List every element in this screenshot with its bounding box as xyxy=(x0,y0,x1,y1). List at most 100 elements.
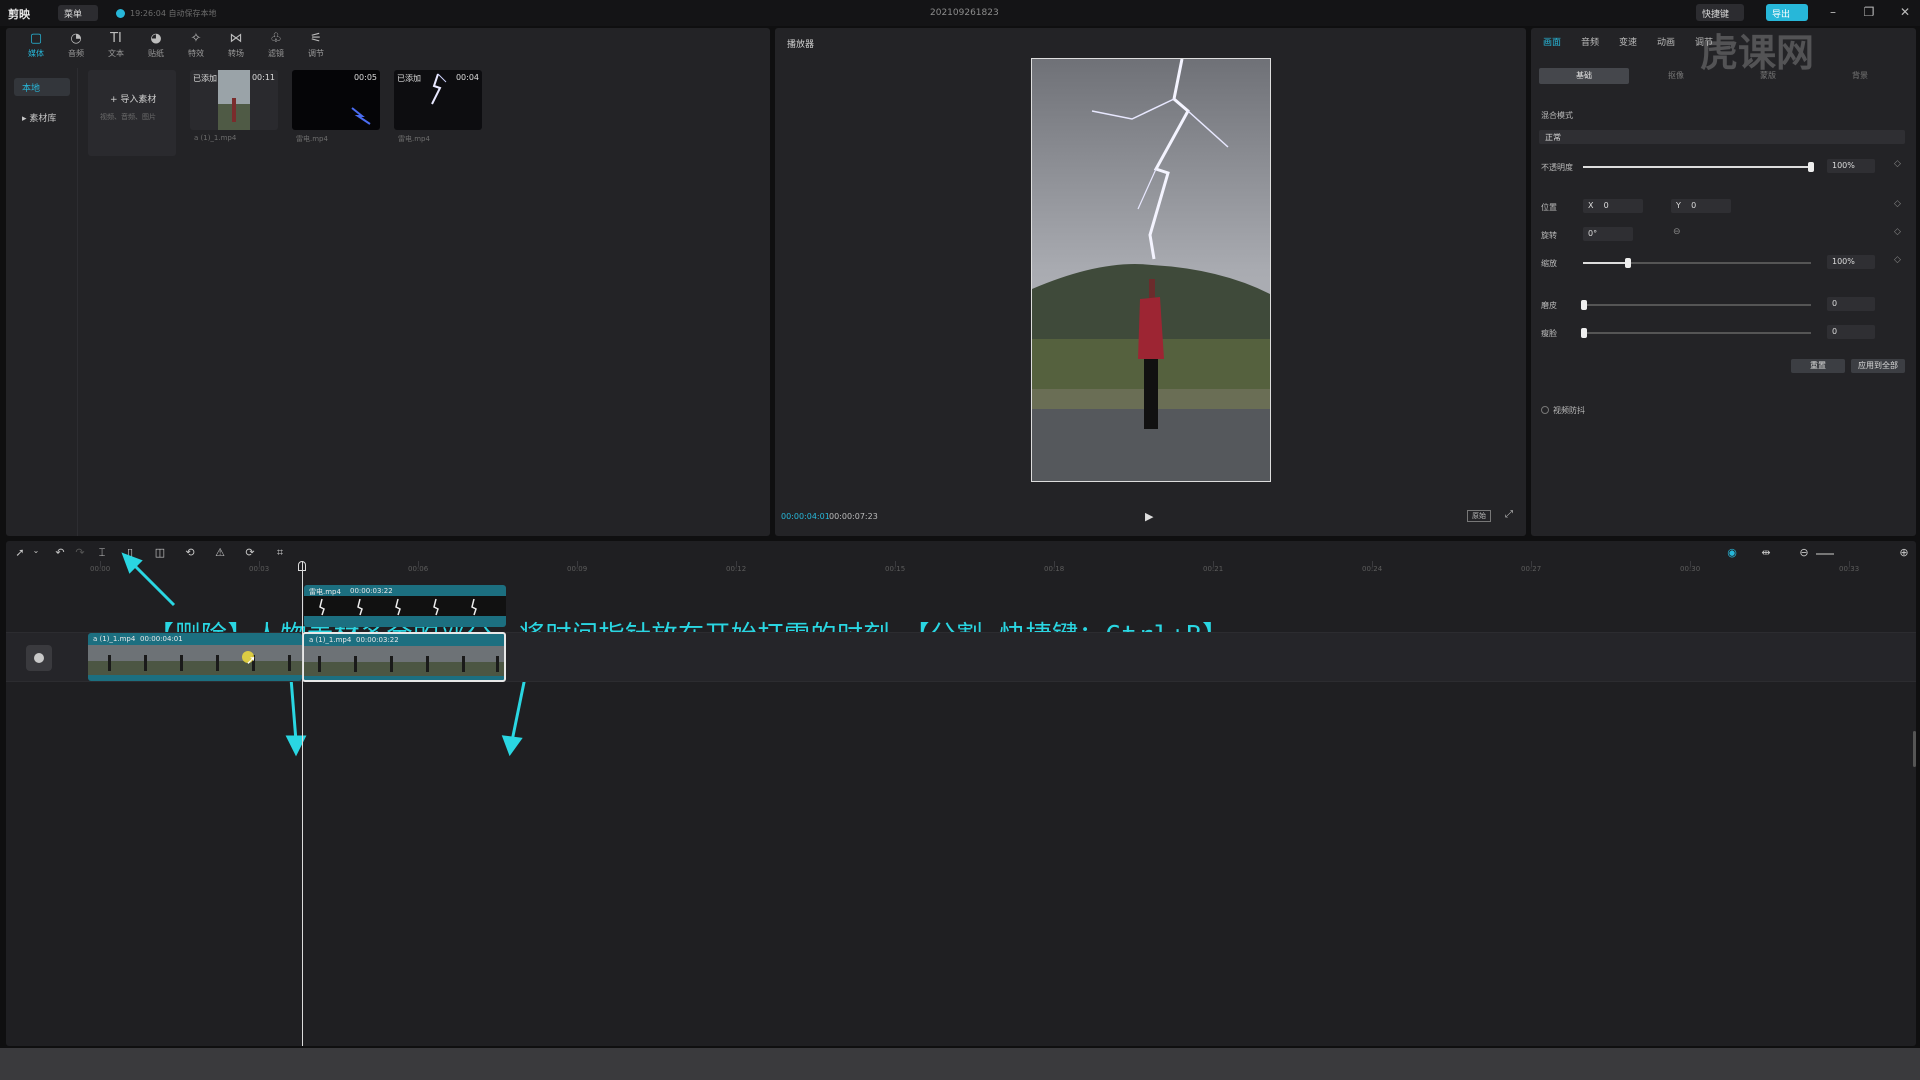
scale-slider-handle[interactable] xyxy=(1625,258,1631,268)
shortcut-button[interactable]: 快捷键 xyxy=(1696,4,1744,21)
thin-face-input[interactable]: 0 xyxy=(1827,325,1875,339)
zoom-slider[interactable] xyxy=(1816,553,1834,555)
video-preview[interactable] xyxy=(1031,58,1271,482)
clip-duration: 00:04 xyxy=(455,73,479,82)
player-panel: 播放器 00:00:04:01 00:00:07:23 ▶ 原始 ⤢ xyxy=(775,28,1526,536)
media-clip-lightning-1[interactable]: 00:05 xyxy=(292,70,380,130)
toolbar-text[interactable]: TI 文本 xyxy=(98,31,134,59)
overlay-clip-lightning[interactable]: 雷电.mp4 00:00:03:22 xyxy=(304,585,506,627)
keyframe-icon[interactable]: ◇ xyxy=(1894,199,1901,209)
scale-input[interactable]: 100% xyxy=(1827,255,1875,269)
tab-animation[interactable]: 动画 xyxy=(1657,35,1675,48)
keyframe-icon[interactable]: ◇ xyxy=(1894,227,1901,237)
ruler-label: 00:06 xyxy=(408,565,429,573)
import-media-button[interactable]: + 导入素材 视频、音频、图片 xyxy=(88,70,176,156)
freeze-icon[interactable]: ◫ xyxy=(152,546,168,559)
blend-mode-select[interactable]: 正常 xyxy=(1539,130,1905,144)
tab-speed[interactable]: 变速 xyxy=(1619,35,1637,48)
timeline-scrollbar[interactable] xyxy=(1913,731,1916,767)
timeline-panel: ➚ ⌄ ↶ ↷ ⌶ ▯ ◫ ⟲ ⚠ ⟳ ⌗ ◉ ⇹ ⊖ ⊕ 00:00 00:03… xyxy=(6,541,1916,1046)
position-y-input[interactable]: Y 0 xyxy=(1671,199,1731,213)
import-hint: 视频、音频、图片 xyxy=(100,113,156,121)
thin-face-slider[interactable] xyxy=(1583,332,1811,334)
toolbar-audio[interactable]: ◔ 音频 xyxy=(58,31,94,59)
added-badge: 已添加 xyxy=(397,74,421,83)
mouse-cursor-icon: ➚ xyxy=(246,653,257,667)
link-icon[interactable]: ⇹ xyxy=(1758,546,1774,559)
redo-icon[interactable]: ↷ xyxy=(72,546,88,559)
sharpen-slider-handle[interactable] xyxy=(1581,300,1587,310)
delete-icon[interactable]: ▯ xyxy=(122,546,138,559)
undo-icon[interactable]: ↶ xyxy=(52,546,68,559)
tab-canvas[interactable]: 画面 xyxy=(1543,35,1561,48)
crop-icon[interactable]: ⌗ xyxy=(272,546,288,560)
keyframe-icon[interactable]: ◇ xyxy=(1894,255,1901,265)
taskbar-strip xyxy=(0,1048,1920,1080)
opacity-input[interactable]: 100% xyxy=(1827,159,1875,173)
ratio-button[interactable]: 原始 xyxy=(1467,510,1491,522)
select-dropdown-icon[interactable]: ⌄ xyxy=(28,546,44,555)
subtab-basic[interactable]: 基础 xyxy=(1539,68,1629,84)
toolbar-transition[interactable]: ⋈ 转场 xyxy=(218,31,254,59)
select-tool-icon[interactable]: ➚ xyxy=(12,546,28,559)
rotate-input[interactable]: 0° xyxy=(1583,227,1633,241)
tab-audio[interactable]: 音频 xyxy=(1581,35,1599,48)
zoom-out-icon[interactable]: ⊖ xyxy=(1796,546,1812,559)
sidebar-item-library[interactable]: ▸ 素材库 xyxy=(14,108,70,126)
clip-label: a (1)_1.mp4 xyxy=(309,636,352,644)
stabilize-checkbox[interactable] xyxy=(1541,406,1549,414)
clip-label: a (1)_1.mp4 xyxy=(93,635,136,643)
rotate-icon[interactable]: ⟳ xyxy=(242,546,258,559)
autosave-status: 19:26:04 自动保存本地 xyxy=(130,9,217,18)
ruler-label: 00:27 xyxy=(1521,565,1542,573)
opacity-slider-handle[interactable] xyxy=(1808,162,1814,172)
text-icon: TI xyxy=(110,31,122,46)
reset-button[interactable]: 重置 xyxy=(1791,359,1845,373)
sharpen-slider[interactable] xyxy=(1583,304,1811,306)
export-button[interactable]: 导出 xyxy=(1766,4,1808,21)
keyframe-icon[interactable]: ◇ xyxy=(1894,159,1901,169)
ruler-label: 00:03 xyxy=(249,565,270,573)
media-clip-lightning-2[interactable]: 已添加 00:04 xyxy=(394,70,482,130)
clip-duration: 00:00:04:01 xyxy=(140,635,183,643)
thin-face-label: 瘦脸 xyxy=(1541,329,1557,338)
audio-icon: ◔ xyxy=(70,31,82,46)
main-clip-a[interactable]: a (1)_1.mp4 00:00:04:01 xyxy=(88,633,302,681)
media-sidebar: 本地 ▸ 素材库 xyxy=(6,68,78,536)
magnet-icon[interactable]: ◉ xyxy=(1724,546,1740,559)
close-icon[interactable]: ✕ xyxy=(1898,5,1912,19)
toolbar-adjust[interactable]: ⚟ 调节 xyxy=(298,31,334,59)
rotate-dial-icon[interactable]: ⊖ xyxy=(1673,227,1681,237)
toolbar-filter[interactable]: ♧ 滤镜 xyxy=(258,31,294,59)
current-time: 00:00:04:01 xyxy=(781,512,830,521)
ruler-label: 00:33 xyxy=(1839,565,1860,573)
position-x-input[interactable]: X 0 xyxy=(1583,199,1643,213)
split-icon[interactable]: ⌶ xyxy=(94,546,110,560)
clip-duration: 00:00:03:22 xyxy=(356,636,399,644)
media-clip-person[interactable]: 已添加 00:11 xyxy=(190,70,278,130)
sidebar-item-local[interactable]: 本地 xyxy=(14,78,70,96)
sharpen-label: 磨皮 xyxy=(1541,301,1557,310)
total-time: 00:00:07:23 xyxy=(829,512,878,521)
apply-all-button[interactable]: 应用到全部 xyxy=(1851,359,1905,373)
minimize-icon[interactable]: – xyxy=(1826,5,1840,19)
toolbar-sticker[interactable]: ◕ 贴纸 xyxy=(138,31,174,59)
playhead[interactable] xyxy=(302,561,303,1046)
menu-button[interactable]: 菜单 xyxy=(58,5,98,21)
opacity-label: 不透明度 xyxy=(1541,163,1573,172)
mirror-icon[interactable]: ⚠ xyxy=(212,546,228,559)
toolbar-media[interactable]: ▢ 媒体 xyxy=(18,31,54,59)
maximize-icon[interactable]: ❐ xyxy=(1862,5,1876,19)
preview-image xyxy=(1032,59,1270,481)
sharpen-input[interactable]: 0 xyxy=(1827,297,1875,311)
main-clip-b[interactable]: a (1)_1.mp4 00:00:03:22 xyxy=(302,632,506,682)
toolbar-effects[interactable]: ✧ 特效 xyxy=(178,31,214,59)
play-icon[interactable]: ▶ xyxy=(1145,510,1153,523)
thin-face-slider-handle[interactable] xyxy=(1581,328,1587,338)
clip-name: 雷电.mp4 xyxy=(398,135,430,143)
fullscreen-icon[interactable]: ⤢ xyxy=(1505,509,1513,520)
reverse-icon[interactable]: ⟲ xyxy=(182,546,198,559)
opacity-slider-fill xyxy=(1583,166,1811,168)
subtab-background[interactable]: 背景 xyxy=(1815,68,1905,84)
zoom-in-icon[interactable]: ⊕ xyxy=(1896,546,1912,559)
